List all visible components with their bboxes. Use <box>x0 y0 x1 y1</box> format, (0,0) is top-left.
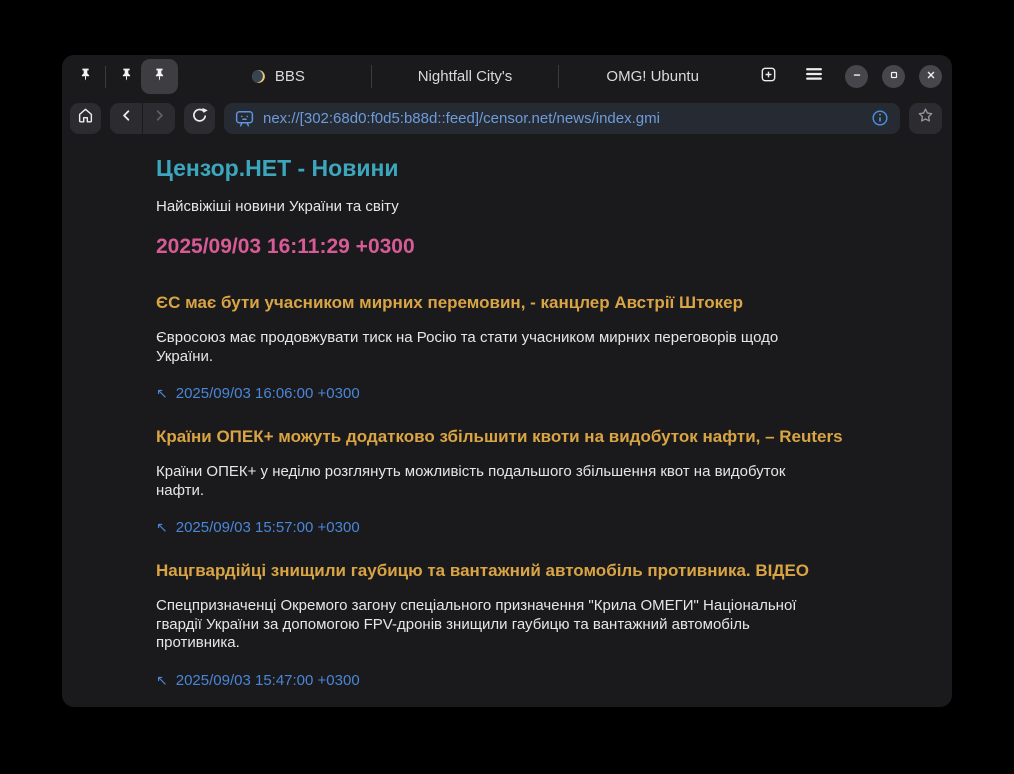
tab-label: BBS <box>275 68 305 85</box>
article-title: ЄС має бути учасником мирних перемовин, … <box>156 291 860 314</box>
home-button[interactable] <box>70 103 101 134</box>
tab-bbs[interactable]: BBS <box>184 55 371 98</box>
pushpin-icon <box>152 67 167 87</box>
home-icon <box>76 106 95 130</box>
star-icon <box>916 106 935 130</box>
article-timestamp-link[interactable]: ↖ 2025/09/03 16:06:00 +0300 <box>156 385 860 403</box>
tab-omg-ubuntu[interactable]: OMG! Ubuntu <box>559 55 746 98</box>
maximize-icon <box>888 68 900 86</box>
page-subtitle: Найсвіжіші новини України та світу <box>156 197 912 217</box>
reload-icon <box>190 106 209 130</box>
menu-button[interactable] <box>799 62 829 92</box>
close-button[interactable] <box>919 65 942 88</box>
minimize-button[interactable] <box>845 65 868 88</box>
history-buttons <box>110 103 175 134</box>
article-summary: Спецпризначенці Окремого загону спеціаль… <box>156 597 828 653</box>
tab-strip: BBS Nightfall City's OMG! Ubuntu <box>184 55 746 98</box>
pin-divider <box>105 66 106 88</box>
tab-nightfall-citys[interactable]: Nightfall City's <box>372 55 559 98</box>
news-article: Нацгвардійці знищили гаубицю та вантажни… <box>156 559 860 690</box>
moon-icon <box>250 68 267 85</box>
page-content: Цензор.НЕТ - Новини Найсвіжіші новини Ук… <box>62 138 952 690</box>
pinned-tab-3-active[interactable] <box>141 59 178 94</box>
new-tab-button[interactable] <box>753 62 783 92</box>
reload-button[interactable] <box>184 103 215 134</box>
chevron-left-icon <box>118 107 135 129</box>
hamburger-icon <box>804 64 824 89</box>
article-summary: Країни ОПЕК+ у неділю розглянуть можливі… <box>156 463 828 500</box>
northwest-arrow-icon: ↖ <box>156 385 168 403</box>
plus-square-icon <box>759 65 778 89</box>
navigation-bar: nex://[302:68d0:f0d5:b88d::feed]/censor.… <box>62 98 952 138</box>
northwest-arrow-icon: ↖ <box>156 519 168 537</box>
article-link-label: 2025/09/03 15:47:00 +0300 <box>176 672 360 690</box>
pinned-tab-1[interactable] <box>70 62 100 92</box>
maximize-button[interactable] <box>882 65 905 88</box>
browser-window: BBS Nightfall City's OMG! Ubuntu <box>62 55 952 707</box>
pinned-tab-2[interactable] <box>111 62 141 92</box>
page-info-icon[interactable] <box>870 108 890 128</box>
bookmark-button[interactable] <box>909 103 942 134</box>
tab-label: OMG! Ubuntu <box>606 68 699 85</box>
url-bar[interactable]: nex://[302:68d0:f0d5:b88d::feed]/censor.… <box>224 103 900 134</box>
feed-updated-timestamp: 2025/09/03 16:11:29 +0300 <box>156 234 912 260</box>
northwest-arrow-icon: ↖ <box>156 672 168 690</box>
pushpin-icon <box>78 67 93 87</box>
forward-button[interactable] <box>142 103 175 134</box>
chevron-right-icon <box>151 107 168 129</box>
article-title: Країни ОПЕК+ можуть додатково збільшити … <box>156 425 860 448</box>
article-link-label: 2025/09/03 15:57:00 +0300 <box>176 519 360 537</box>
window-controls <box>845 65 942 88</box>
article-summary: Євросоюз має продовжувати тиск на Росію … <box>156 329 828 366</box>
url-text[interactable]: nex://[302:68d0:f0d5:b88d::feed]/censor.… <box>263 110 862 127</box>
close-icon <box>925 68 937 86</box>
article-timestamp-link[interactable]: ↖ 2025/09/03 15:57:00 +0300 <box>156 519 860 537</box>
news-article: Країни ОПЕК+ можуть додатково збільшити … <box>156 425 860 537</box>
terminal-icon <box>234 108 255 129</box>
article-title: Нацгвардійці знищили гаубицю та вантажни… <box>156 559 860 582</box>
news-article: ЄС має бути учасником мирних перемовин, … <box>156 291 860 403</box>
back-button[interactable] <box>110 103 142 134</box>
pushpin-icon <box>119 67 134 87</box>
tab-bar: BBS Nightfall City's OMG! Ubuntu <box>62 55 952 98</box>
article-timestamp-link[interactable]: ↖ 2025/09/03 15:47:00 +0300 <box>156 672 860 690</box>
pinned-tabs <box>70 59 178 94</box>
minimize-icon <box>851 68 863 86</box>
page-title: Цензор.НЕТ - Новини <box>156 154 912 182</box>
article-link-label: 2025/09/03 16:06:00 +0300 <box>176 385 360 403</box>
tab-label: Nightfall City's <box>418 68 513 85</box>
